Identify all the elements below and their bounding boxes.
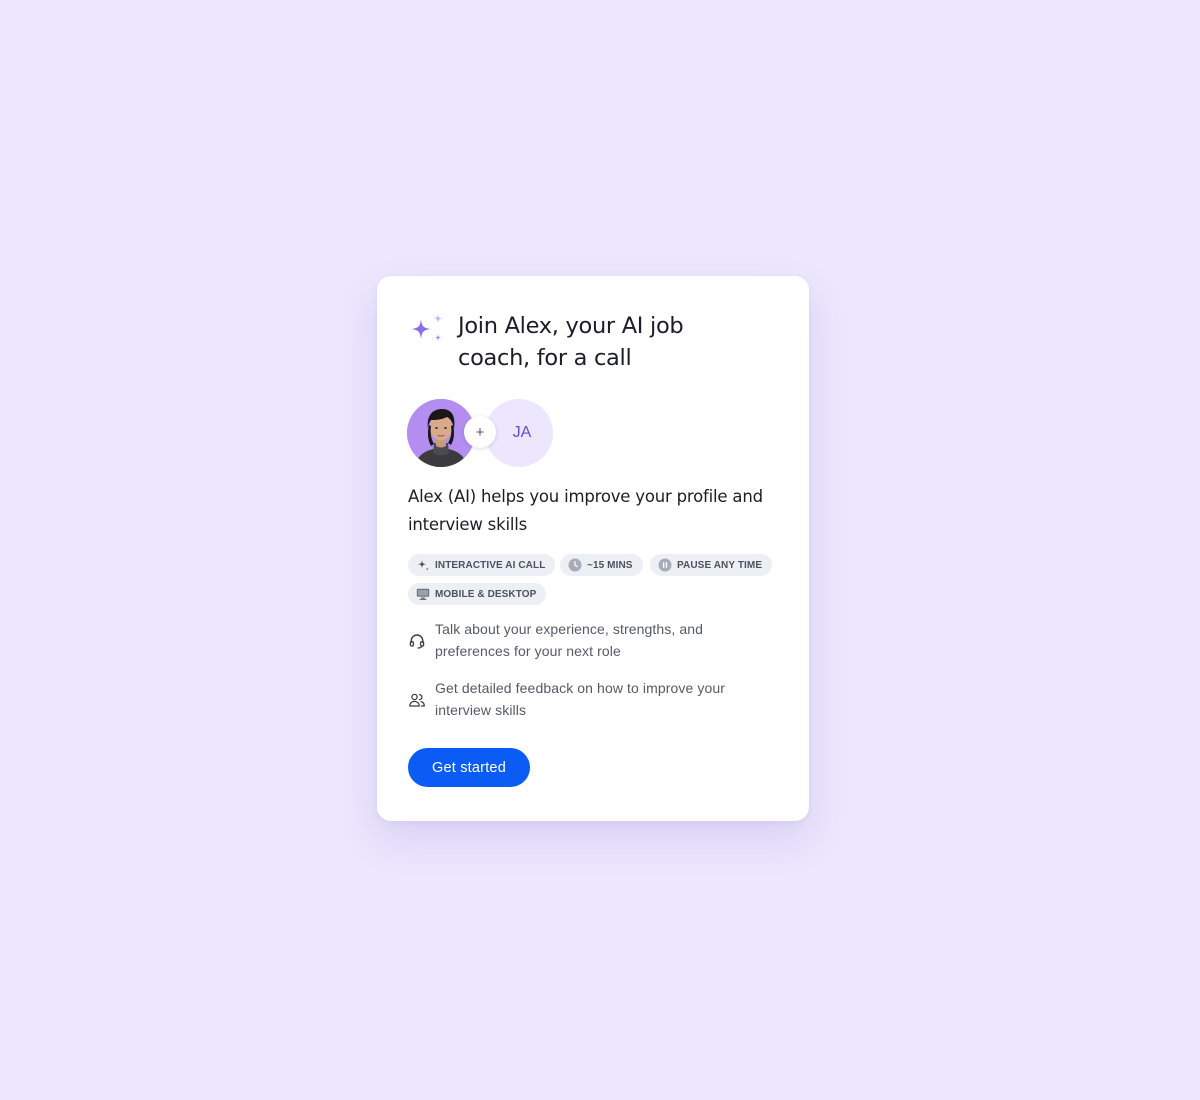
plus-icon: + [464,416,496,448]
sparkle-icon [416,558,430,572]
card-title: Join Alex, your AI job coach, for a call [458,313,684,371]
tag-label: MOBILE & DESKTOP [435,588,537,600]
plus-symbol: + [475,423,485,441]
tag-pause-any-time: PAUSE ANY TIME [650,554,773,576]
pause-icon [658,558,672,572]
tag-label: INTERACTIVE AI CALL [435,559,546,571]
user-initials: JA [512,424,532,441]
tag-interactive-ai-call: INTERACTIVE AI CALL [408,554,556,576]
participants: JA + [407,399,557,469]
onboarding-card: Join Alex, your AI job coach, for a call… [377,276,809,821]
clock-icon [568,558,582,572]
feature-text: Talk about your experience, strengths, a… [435,621,704,659]
card-header: Join Alex, your AI job coach, for a call [408,310,748,374]
tag-label: PAUSE ANY TIME [677,559,763,571]
sparkle-icon [411,314,443,341]
feature-text: Get detailed feedback on how to improve … [435,680,726,718]
tag-label: ~15 MINS [587,559,633,571]
users-icon [409,693,425,707]
feature-item: Talk about your experience, strengths, a… [408,619,755,662]
tag-mobile-desktop: MOBILE & DESKTOP [408,583,547,605]
feature-item: Get detailed feedback on how to improve … [408,678,755,721]
card-subtitle: Alex (AI) helps you improve your profile… [408,487,763,534]
headset-icon [409,633,425,649]
get-started-button[interactable]: Get started [408,748,530,787]
monitor-icon [416,587,430,601]
tag-duration: ~15 MINS [560,554,643,576]
